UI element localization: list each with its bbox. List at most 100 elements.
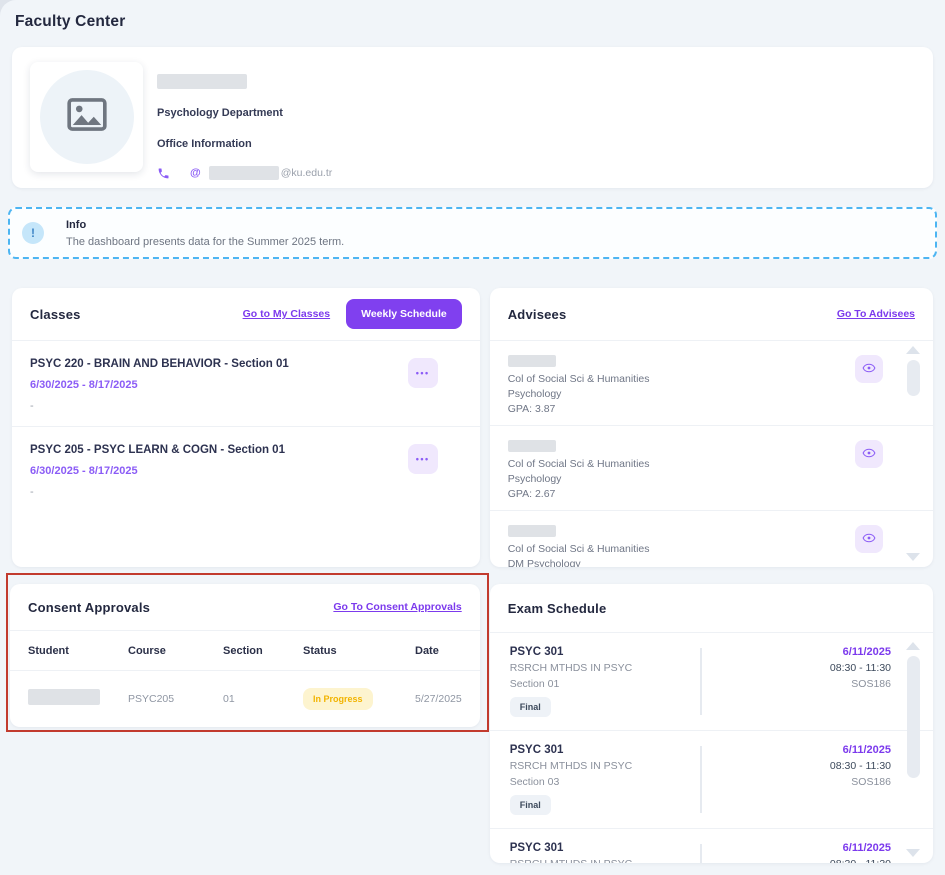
go-to-advisees-link[interactable]: Go To Advisees: [837, 308, 915, 320]
exam-date: 6/11/2025: [702, 744, 891, 756]
advisee-gpa: GPA: 3.87: [508, 403, 855, 415]
exam-course-name: RSRCH MTHDS IN PSYC: [510, 662, 700, 674]
ellipsis-icon: •••: [416, 454, 430, 464]
email-domain: @ku.edu.tr: [281, 167, 333, 179]
avatar-circle: [40, 70, 134, 164]
exam-course-code: PSYC 301: [510, 842, 700, 854]
go-to-my-classes-link[interactable]: Go to My Classes: [243, 308, 331, 320]
exam-schedule-card: Exam Schedule PSYC 301 RSRCH MTHDS IN PS…: [490, 584, 933, 863]
redacted-faculty-name: [157, 74, 247, 89]
exam-right: 6/11/2025 08:30 - 11:30 SOS186: [702, 744, 933, 815]
eye-icon: [862, 531, 876, 548]
image-placeholder-icon: [67, 98, 107, 136]
exam-left: PSYC 301 RSRCH MTHDS IN PSYC Section 01 …: [510, 646, 700, 717]
consent-table-header: Student Course Section Status Date: [10, 631, 480, 670]
exam-date: 6/11/2025: [702, 842, 891, 854]
advisee-college: Col of Social Sci & Humanities: [508, 543, 855, 555]
eye-icon: [862, 361, 876, 378]
class-title: PSYC 205 - PSYC LEARN & COGN - Section 0…: [30, 444, 408, 456]
scroll-down-icon[interactable]: [906, 849, 920, 857]
info-text: Info The dashboard presents data for the…: [66, 219, 344, 248]
advisee-program: Psychology: [508, 473, 855, 485]
red-annotation-rectangle: Consent Approvals Go To Consent Approval…: [6, 573, 489, 732]
scroll-up-icon[interactable]: [906, 346, 920, 354]
scroll-up-icon[interactable]: [906, 642, 920, 650]
exam-room: SOS186: [702, 678, 891, 690]
exam-section: Section 01: [510, 678, 700, 690]
consent-title: Consent Approvals: [28, 600, 150, 615]
exam-item: PSYC 301 RSRCH MTHDS IN PSYC Section 03 …: [490, 731, 933, 828]
classes-card: Classes Go to My Classes Weekly Schedule…: [12, 288, 480, 567]
exam-left: PSYC 301 RSRCH MTHDS IN PSYC Section 03 …: [510, 744, 700, 815]
exam-course-code: PSYC 301: [510, 744, 700, 756]
exam-item: PSYC 301 RSRCH MTHDS IN PSYC Section 01 …: [490, 829, 933, 863]
consent-section: 01: [223, 693, 303, 705]
exam-left: PSYC 301 RSRCH MTHDS IN PSYC Section 01 …: [510, 842, 700, 863]
info-banner: ! Info The dashboard presents data for t…: [8, 207, 937, 259]
consent-header: Consent Approvals Go To Consent Approval…: [10, 584, 480, 630]
advisees-scrollbar[interactable]: [906, 346, 920, 561]
class-actions-button[interactable]: •••: [408, 444, 438, 474]
column-status: Status: [303, 645, 415, 657]
status-badge: In Progress: [303, 688, 373, 710]
go-to-consent-approvals-link[interactable]: Go To Consent Approvals: [333, 601, 461, 613]
dashboard-grid: Classes Go to My Classes Weekly Schedule…: [12, 288, 933, 863]
advisee-program: Psychology: [508, 388, 855, 400]
view-advisee-button[interactable]: [855, 440, 883, 468]
page-title: Faculty Center: [15, 13, 933, 31]
phone-icon: [157, 167, 170, 180]
class-note: -: [30, 486, 408, 498]
consent-approvals-card: Consent Approvals Go To Consent Approval…: [10, 584, 480, 727]
eye-icon: [862, 446, 876, 463]
exam-time: 08:30 - 11:30: [702, 662, 891, 674]
classes-header: Classes Go to My Classes Weekly Schedule: [12, 288, 480, 340]
redacted-advisee-name: [508, 525, 556, 537]
info-message: The dashboard presents data for the Summ…: [66, 236, 344, 248]
exam-item: PSYC 301 RSRCH MTHDS IN PSYC Section 01 …: [490, 633, 933, 730]
class-item: PSYC 220 - BRAIN AND BEHAVIOR - Section …: [12, 341, 480, 426]
advisee-program: DM Psychology: [508, 558, 855, 567]
advisee-item: Col of Social Sci & Humanities Psycholog…: [490, 426, 933, 510]
redacted-student-name: [28, 689, 100, 705]
exam-schedule-header: Exam Schedule: [490, 584, 933, 632]
class-item-text: PSYC 205 - PSYC LEARN & COGN - Section 0…: [30, 444, 408, 498]
view-advisee-button[interactable]: [855, 525, 883, 553]
consent-date: 5/27/2025: [415, 693, 462, 705]
view-advisee-button[interactable]: [855, 355, 883, 383]
class-actions-button[interactable]: •••: [408, 358, 438, 388]
profile-card: Psychology Department Office Information…: [12, 47, 933, 188]
email-at-icon: @: [190, 167, 201, 179]
advisee-item: Col of Social Sci & Humanities DM Psycho…: [490, 511, 933, 567]
class-note: -: [30, 400, 408, 412]
class-item: PSYC 205 - PSYC LEARN & COGN - Section 0…: [12, 427, 480, 512]
weekly-schedule-button[interactable]: Weekly Schedule: [346, 299, 462, 329]
consent-course: PSYC205: [128, 693, 223, 705]
classes-title: Classes: [30, 307, 81, 322]
scrollbar-thumb[interactable]: [907, 656, 920, 778]
advisee-text: Col of Social Sci & Humanities Psycholog…: [508, 355, 855, 415]
exam-section: Section 03: [510, 776, 700, 788]
exam-course-name: RSRCH MTHDS IN PSYC: [510, 858, 700, 863]
advisee-college: Col of Social Sci & Humanities: [508, 458, 855, 470]
column-date: Date: [415, 645, 462, 657]
advisee-text: Col of Social Sci & Humanities Psycholog…: [508, 440, 855, 500]
ellipsis-icon: •••: [416, 368, 430, 378]
exam-right: 6/11/2025 08:30 - 11:30 SOS186: [702, 646, 933, 717]
class-item-text: PSYC 220 - BRAIN AND BEHAVIOR - Section …: [30, 358, 408, 412]
contact-row: @ @ku.edu.tr: [157, 166, 332, 180]
info-title: Info: [66, 219, 344, 231]
exam-date: 6/11/2025: [702, 646, 891, 658]
redacted-advisee-name: [508, 440, 556, 452]
redacted-advisee-name: [508, 355, 556, 367]
exam-schedule-title: Exam Schedule: [508, 601, 607, 616]
office-information-label: Office Information: [157, 138, 332, 150]
advisees-header: Advisees Go To Advisees: [490, 288, 933, 340]
exam-room: SOS186: [702, 776, 891, 788]
scroll-down-icon[interactable]: [906, 553, 920, 561]
exam-course-name: RSRCH MTHDS IN PSYC: [510, 760, 700, 772]
exam-right: 6/11/2025 08:30 - 11:30 SOS186: [702, 842, 933, 863]
advisee-gpa: GPA: 2.67: [508, 488, 855, 500]
exam-schedule-scrollbar[interactable]: [906, 642, 920, 857]
exam-time: 08:30 - 11:30: [702, 760, 891, 772]
scrollbar-thumb[interactable]: [907, 360, 920, 396]
